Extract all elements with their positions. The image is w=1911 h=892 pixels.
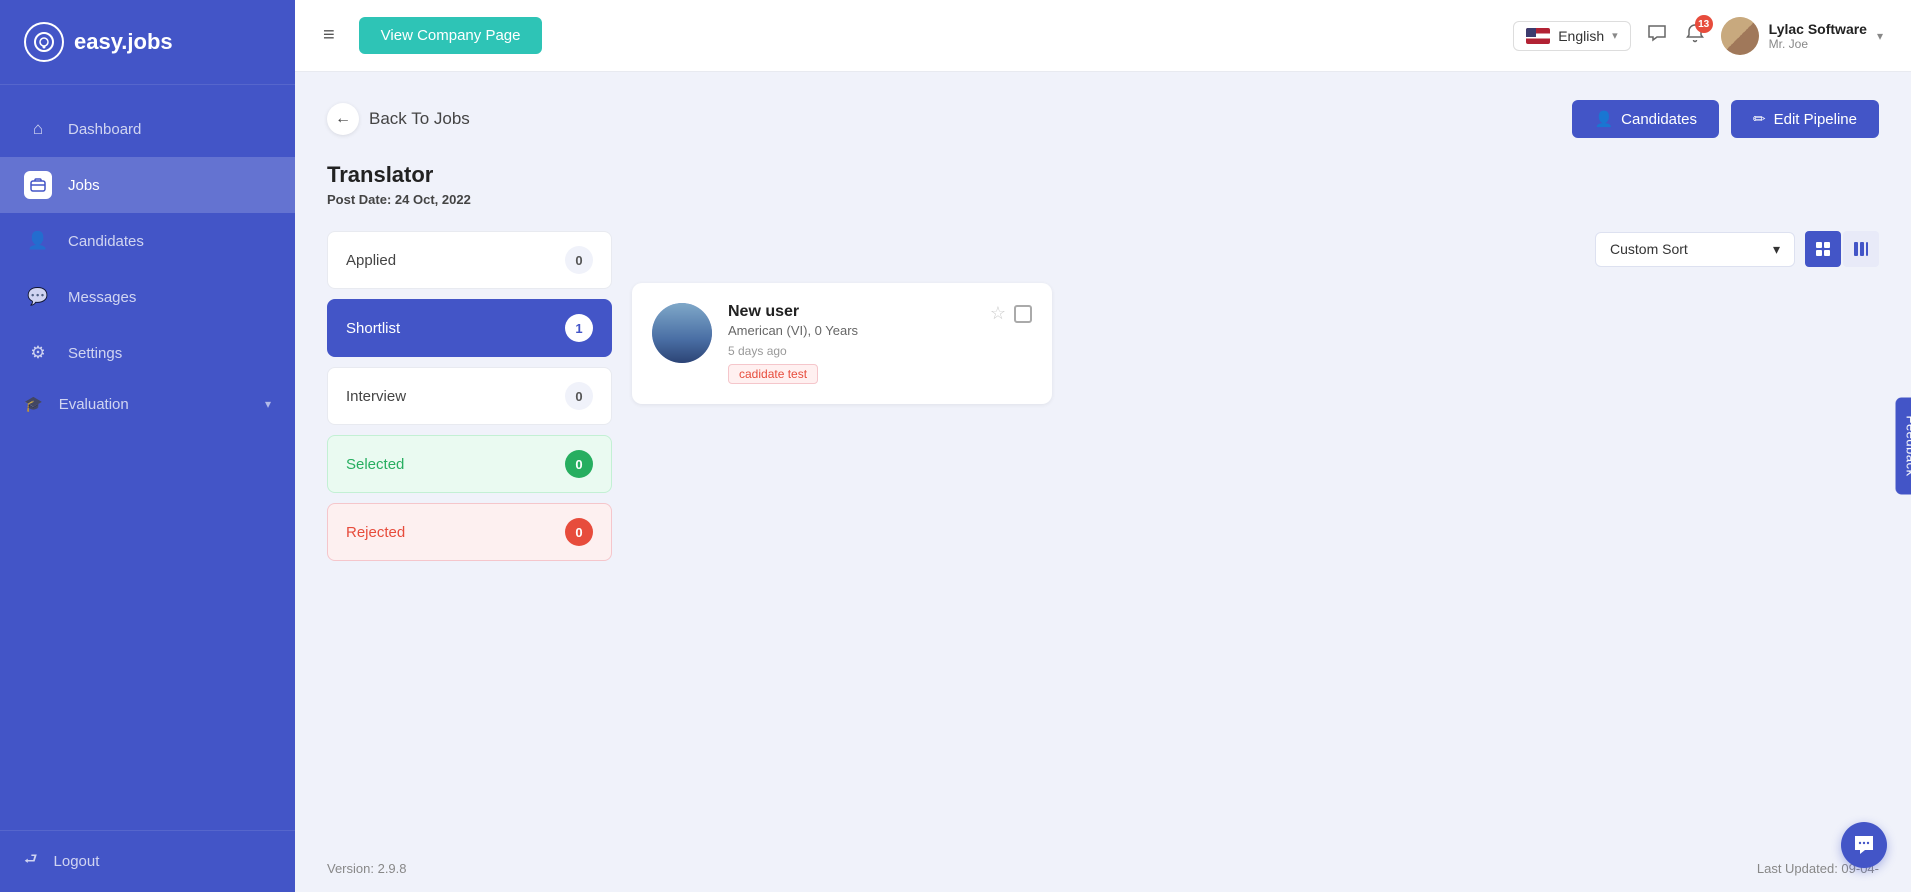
candidates-icon: 👤 xyxy=(24,227,52,255)
candidates-toolbar: Custom Sort ▾ xyxy=(632,231,1879,267)
back-bar: ← Back To Jobs 👤 Candidates ✏ Edit Pipel… xyxy=(327,100,1879,138)
back-label: Back To Jobs xyxy=(369,109,470,129)
topbar-icons: 13 xyxy=(1647,23,1705,48)
view-company-button[interactable]: View Company Page xyxy=(359,17,543,54)
logo-icon xyxy=(24,22,64,62)
sidebar-item-label: Candidates xyxy=(68,233,144,250)
messages-icon: 💬 xyxy=(24,283,52,311)
back-arrow-icon: ← xyxy=(327,103,359,135)
candidate-location: American (VI), 0 Years xyxy=(728,323,974,338)
jobs-icon xyxy=(24,171,52,199)
candidates-button[interactable]: 👤 Candidates xyxy=(1572,100,1719,138)
sidebar-item-label: Jobs xyxy=(68,177,100,194)
back-actions: 👤 Candidates ✏ Edit Pipeline xyxy=(1572,100,1879,138)
logout-icon: ⮐ xyxy=(24,849,38,874)
sort-dropdown[interactable]: Custom Sort ▾ xyxy=(1595,232,1795,267)
language-selector[interactable]: English ▾ xyxy=(1513,21,1630,51)
stage-selected[interactable]: Selected 0 xyxy=(327,435,612,493)
stage-shortlist[interactable]: Shortlist 1 xyxy=(327,299,612,357)
candidate-name: New user xyxy=(728,303,974,321)
chevron-down-icon: ▾ xyxy=(265,397,271,411)
notification-icon[interactable]: 13 xyxy=(1685,23,1705,48)
logout-label: Logout xyxy=(54,853,100,870)
home-icon: ⌂ xyxy=(24,115,52,143)
candidate-actions: ☆ xyxy=(990,303,1032,324)
avatar xyxy=(1721,17,1759,55)
candidate-info: New user American (VI), 0 Years 5 days a… xyxy=(728,303,974,384)
job-info: Translator Post Date: 24 Oct, 2022 xyxy=(327,162,1879,207)
candidates-btn-label: Candidates xyxy=(1621,111,1697,128)
user-chevron-icon: ▾ xyxy=(1877,29,1883,43)
sidebar-item-jobs[interactable]: Jobs xyxy=(0,157,295,213)
candidates-btn-icon: 👤 xyxy=(1594,110,1613,128)
candidate-checkbox[interactable] xyxy=(1014,305,1032,323)
sort-label: Custom Sort xyxy=(1610,241,1688,257)
stage-interview[interactable]: Interview 0 xyxy=(327,367,612,425)
pipeline-stages: Applied 0 Shortlist 1 Interview 0 Select… xyxy=(327,231,612,561)
edit-pipeline-button[interactable]: ✏ Edit Pipeline xyxy=(1731,100,1879,138)
candidates-panel: Custom Sort ▾ xyxy=(632,231,1879,404)
view-toggle xyxy=(1805,231,1879,267)
post-date-value: 24 Oct, 2022 xyxy=(395,192,471,207)
sort-chevron-icon: ▾ xyxy=(1773,241,1780,258)
chat-bubble-button[interactable] xyxy=(1841,822,1887,868)
user-role: Mr. Joe xyxy=(1769,37,1867,51)
language-label: English xyxy=(1558,28,1604,44)
sidebar-item-logout[interactable]: ⮐ Logout xyxy=(0,830,295,892)
sidebar: easy.jobs ⌂ Dashboard Jobs 👤 Candidates … xyxy=(0,0,295,892)
edit-icon: ✏ xyxy=(1753,110,1766,128)
sidebar-item-messages[interactable]: 💬 Messages xyxy=(0,269,295,325)
sidebar-item-dashboard[interactable]: ⌂ Dashboard xyxy=(0,101,295,157)
version-label: Version: 2.9.8 xyxy=(327,861,407,876)
sidebar-item-label: Dashboard xyxy=(68,121,141,138)
sidebar-item-label: Evaluation xyxy=(59,396,129,413)
logo-text: easy.jobs xyxy=(74,29,173,55)
sidebar-item-label: Messages xyxy=(68,289,136,306)
flag-icon xyxy=(1526,28,1550,44)
evaluation-icon: 🎓 xyxy=(24,395,43,413)
lang-chevron-icon: ▾ xyxy=(1612,29,1618,42)
grid-view-button[interactable] xyxy=(1805,231,1841,267)
avatar-image xyxy=(1721,17,1759,55)
candidate-tag: cadidate test xyxy=(728,364,818,384)
edit-pipeline-btn-label: Edit Pipeline xyxy=(1774,111,1857,128)
pipeline-area: Applied 0 Shortlist 1 Interview 0 Select… xyxy=(327,231,1879,561)
sidebar-logo: easy.jobs xyxy=(0,0,295,85)
chat-icon[interactable] xyxy=(1647,23,1667,48)
main-area: ≡ View Company Page English ▾ 13 xyxy=(295,0,1911,892)
candidate-time: 5 days ago xyxy=(728,344,974,358)
post-date-label: Post Date: xyxy=(327,192,391,207)
sidebar-item-candidates[interactable]: 👤 Candidates xyxy=(0,213,295,269)
sidebar-item-label: Settings xyxy=(68,345,122,362)
job-date: Post Date: 24 Oct, 2022 xyxy=(327,192,1879,207)
content-area: ← Back To Jobs 👤 Candidates ✏ Edit Pipel… xyxy=(295,72,1911,845)
sidebar-item-settings[interactable]: ⚙ Settings xyxy=(0,325,295,381)
notification-badge: 13 xyxy=(1695,15,1713,33)
settings-icon: ⚙ xyxy=(24,339,52,367)
stage-applied[interactable]: Applied 0 xyxy=(327,231,612,289)
candidate-card[interactable]: New user American (VI), 0 Years 5 days a… xyxy=(632,283,1052,404)
back-to-jobs-link[interactable]: ← Back To Jobs xyxy=(327,103,470,135)
list-view-button[interactable] xyxy=(1843,231,1879,267)
star-icon[interactable]: ☆ xyxy=(990,303,1006,324)
user-menu[interactable]: Lylac Software Mr. Joe ▾ xyxy=(1721,17,1883,55)
feedback-tab[interactable]: Feedback xyxy=(1896,397,1911,494)
user-name: Lylac Software xyxy=(1769,21,1867,37)
topbar: ≡ View Company Page English ▾ 13 xyxy=(295,0,1911,72)
stage-rejected[interactable]: Rejected 0 xyxy=(327,503,612,561)
sidebar-nav: ⌂ Dashboard Jobs 👤 Candidates 💬 Messages… xyxy=(0,85,295,830)
job-title: Translator xyxy=(327,162,1879,188)
candidate-avatar xyxy=(652,303,712,363)
content-footer: Version: 2.9.8 Last Updated: 09-04- xyxy=(295,845,1911,892)
sidebar-item-evaluation[interactable]: 🎓 Evaluation ▾ xyxy=(0,381,295,427)
menu-icon[interactable]: ≡ xyxy=(323,24,335,47)
